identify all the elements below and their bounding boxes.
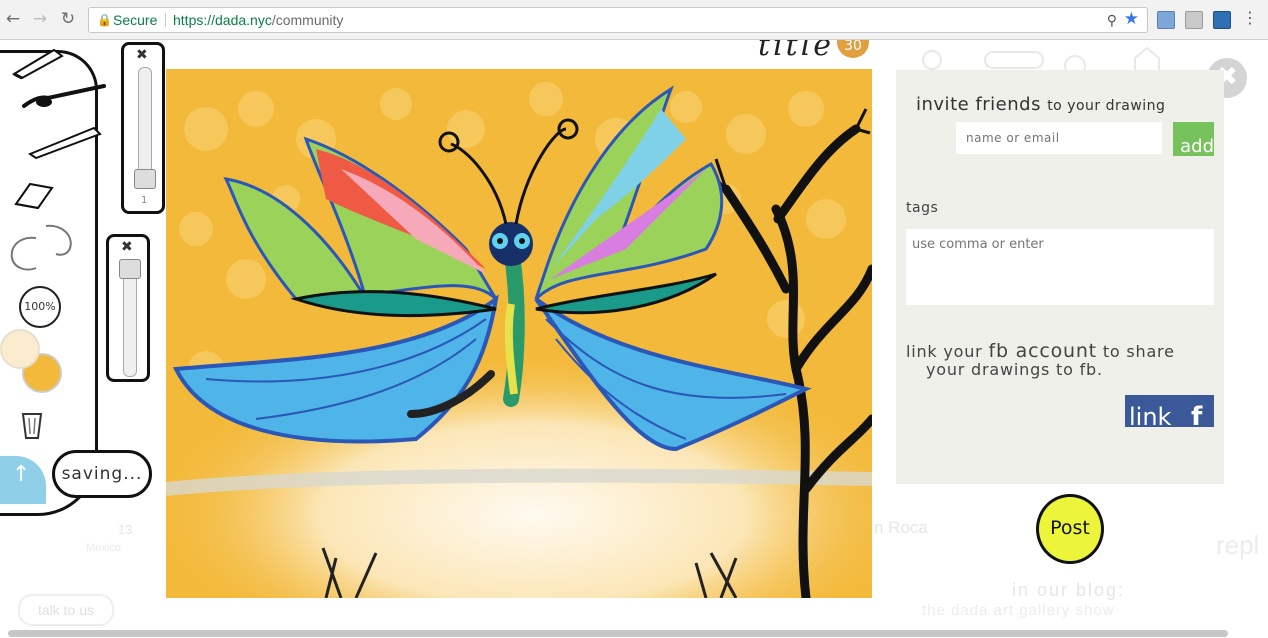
primary-color-swatch[interactable] xyxy=(0,329,40,369)
eraser-icon[interactable] xyxy=(12,178,56,212)
blog-heading: in our blog: xyxy=(1012,580,1126,600)
link-label: link xyxy=(1129,403,1172,427)
brush-icon[interactable] xyxy=(18,80,110,114)
close-icon[interactable]: ✖ xyxy=(136,47,148,63)
url-host: https://dada.nyc xyxy=(173,12,272,28)
secure-label: Secure xyxy=(113,12,158,28)
fb-text-b: fb account xyxy=(988,340,1097,362)
back-icon[interactable]: ← xyxy=(2,8,24,30)
fb-text-d: your drawings to fb. xyxy=(926,360,1103,379)
fb-link-text: link your fb account to share your drawi… xyxy=(906,342,1175,379)
zoom-level[interactable]: 100% xyxy=(19,286,61,328)
search-extension-icon-2[interactable] xyxy=(1213,11,1231,29)
forward-icon[interactable]: → xyxy=(29,8,51,30)
facebook-icon: f xyxy=(1191,402,1203,427)
link-facebook-button[interactable]: link f xyxy=(1125,395,1214,427)
opacity-panel: ✖ xyxy=(106,234,150,382)
brush-size-value: 1 xyxy=(141,195,148,206)
brush-size-panel: ✖ 1 xyxy=(121,42,165,214)
talk-to-us-button[interactable]: talk to us xyxy=(18,594,114,626)
artist-name: n Roca xyxy=(874,518,928,537)
invite-heading: invite friends to your drawing xyxy=(916,94,1165,115)
reply-text: repl xyxy=(1216,530,1260,560)
undo-icon[interactable] xyxy=(6,238,42,274)
opacity-handle[interactable] xyxy=(119,259,141,279)
invite-input[interactable] xyxy=(956,122,1162,154)
fb-text-c: to share xyxy=(1102,342,1175,361)
blog-link[interactable]: the dada art gallery show xyxy=(922,602,1115,619)
search-extension-icon[interactable] xyxy=(1185,11,1203,29)
browser-toolbar: ← → ↻ 🔒 Secure https://dada.nyc/communit… xyxy=(0,0,1268,40)
url-separator xyxy=(165,13,166,27)
invite-subtitle: to your drawing xyxy=(1047,98,1166,114)
brush-size-handle[interactable] xyxy=(134,169,156,189)
horizontal-scrollbar[interactable] xyxy=(8,630,1228,637)
post-button[interactable]: Post xyxy=(1036,494,1104,564)
add-button[interactable]: add xyxy=(1173,122,1214,156)
tags-input[interactable] xyxy=(906,229,1214,305)
like-count: 13 xyxy=(118,522,133,537)
star-icon[interactable]: ★ xyxy=(1124,7,1139,31)
saving-status: saving... xyxy=(52,450,152,498)
url-text[interactable]: https://dada.nyc/community xyxy=(173,8,343,32)
tags-label: tags xyxy=(906,200,939,216)
address-bar[interactable]: 🔒 Secure https://dada.nyc/community ⚲ ★ xyxy=(88,7,1148,33)
drawing-title[interactable]: title xyxy=(758,40,834,63)
url-path: /community xyxy=(271,12,344,28)
zoom-icon[interactable]: ⚲ xyxy=(1107,8,1117,32)
drawing-canvas[interactable] xyxy=(166,69,872,598)
reload-icon[interactable]: ↻ xyxy=(57,8,79,30)
count-badge: 30 xyxy=(837,40,869,58)
fb-text-a: link your xyxy=(906,342,983,361)
more-icon[interactable]: ⋮ xyxy=(1242,8,1258,27)
lock-icon: 🔒 xyxy=(97,13,112,27)
extension-icon[interactable] xyxy=(1157,11,1175,29)
close-icon[interactable]: ✖ xyxy=(121,239,133,255)
invite-title: invite friends xyxy=(916,94,1041,115)
page: in our blog: the dada art gallery show t… xyxy=(0,40,1268,638)
pen-icon[interactable] xyxy=(26,120,106,160)
canvas-artwork xyxy=(166,69,872,598)
location-text: Mexico xyxy=(86,542,121,554)
pencil-icon[interactable] xyxy=(10,44,66,80)
share-panel: invite friends to your drawing add tags … xyxy=(896,70,1224,484)
trash-icon[interactable] xyxy=(20,408,44,440)
